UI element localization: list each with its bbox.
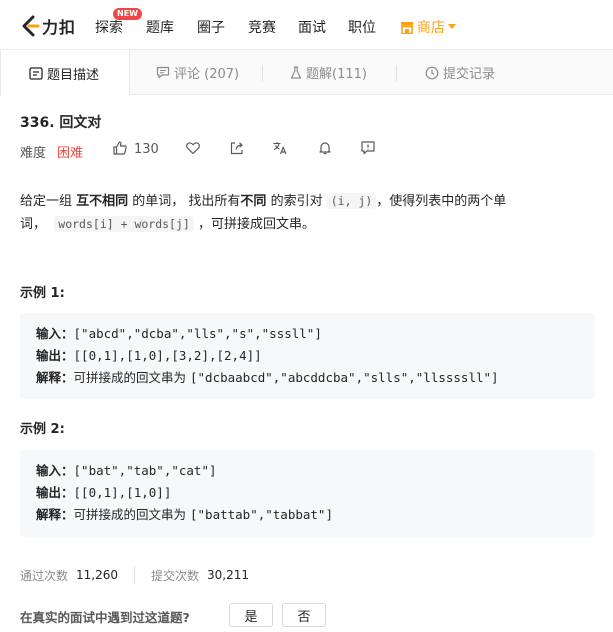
example-box: 输入：["abcd","dcba","lls","s","sssll"] 输出：… (20, 313, 595, 399)
store-icon (401, 21, 413, 34)
nav-contest[interactable]: 竞赛 (248, 17, 276, 37)
tab-divider (396, 65, 397, 81)
shop-label: 商店 (417, 20, 445, 36)
problem-meta: 难度 困难 130 (20, 140, 420, 161)
desc-text: 的单词， 找出所有 (128, 194, 241, 209)
tab-label: 题目描述 (47, 67, 100, 83)
difficulty-value: 困难 (57, 146, 84, 161)
tab-solutions[interactable]: 题解(111) (290, 50, 367, 95)
desc-text: 词， (20, 217, 47, 232)
explain-code: ["battab","tabbat"] (190, 507, 333, 522)
input-label: 输入： (36, 463, 74, 478)
new-badge: NEW (113, 8, 142, 20)
output-label: 输出： (36, 348, 74, 363)
tab-label: 评论 (207) (174, 67, 240, 82)
explain-text: 可拼接成的回文串为 (73, 370, 190, 385)
tab-label: 提交记录 (443, 67, 496, 82)
nav-jobs[interactable]: 职位 (348, 17, 376, 37)
submission-stats: 通过次数 11,260 提交次数 30,211 (20, 566, 249, 584)
input-label: 输入： (36, 326, 74, 341)
share-icon[interactable] (229, 140, 245, 160)
tab-description[interactable]: 题目描述 (0, 50, 130, 96)
desc-text: ，使得列表中的两个单 (376, 194, 507, 209)
desc-bold: 互不相同 (76, 194, 129, 209)
flask-icon (290, 65, 302, 79)
example-input-line: 输入：["bat","tab","cat"] (36, 460, 579, 482)
nav-circle[interactable]: 圈子 (197, 17, 225, 37)
desc-bold: 不同 (240, 194, 267, 209)
submissions-label: 提交次数 (151, 568, 200, 583)
inline-code: words[i] + words[j] (54, 216, 194, 232)
output-value: [[0,1],[1,0]] (73, 485, 172, 500)
example-explain-line: 解释：可拼接成的回文串为 ["battab","tabbat"] (36, 504, 579, 526)
explain-code: ["dcbaabcd","abcddcba","slls","llssssll"… (190, 370, 499, 385)
example-explain-line: 解释：可拼接成的回文串为 ["dcbaabcd","abcddcba","sll… (36, 367, 579, 389)
bell-icon[interactable] (317, 140, 333, 160)
nav-explore[interactable]: 探索 (95, 17, 123, 37)
tab-comments[interactable]: 评论 (207) (156, 50, 239, 95)
thumbs-up-icon[interactable] (112, 140, 128, 160)
difficulty-label: 难度 (20, 146, 47, 161)
comment-icon (156, 66, 170, 79)
example-output-line: 输出：[[0,1],[1,0]] (36, 482, 579, 504)
nav-interview[interactable]: 面试 (298, 17, 326, 37)
likes-count: 130 (134, 142, 159, 157)
tab-label: 题解(111) (306, 67, 367, 82)
problem-description: 给定一组 互不相同 的单词， 找出所有不同 的索引对 (i, j) ，使得列表中的… (20, 190, 590, 236)
output-label: 输出： (36, 485, 74, 500)
tab-submissions[interactable]: 提交记录 (425, 50, 495, 95)
output-value: [[0,1],[1,0],[3,2],[2,4]] (73, 348, 262, 363)
submissions-count: 30,211 (207, 568, 250, 582)
tab-bar: 题目描述 评论 (207) 题解(111) 提交记录 (0, 50, 613, 96)
leetcode-logo-icon (20, 15, 40, 37)
desc-text: 给定一组 (20, 194, 77, 209)
report-icon[interactable] (360, 140, 376, 160)
caret-down-icon (448, 24, 456, 29)
tab-divider (262, 65, 263, 81)
example-box: 输入：["bat","tab","cat"] 输出：[[0,1],[1,0]] … (20, 450, 595, 537)
example-title: 示例 2: (20, 422, 65, 437)
stats-divider (134, 566, 136, 584)
accepted-label: 通过次数 (20, 568, 69, 583)
nav-shop[interactable]: 商店 (400, 17, 456, 37)
top-nav: 力扣 探索 NEW 题库 圈子 竞赛 面试 职位 商店 (0, 0, 613, 50)
translate-icon[interactable] (272, 140, 288, 160)
input-value: ["bat","tab","cat"] (73, 463, 217, 478)
input-value: ["abcd","dcba","lls","s","sssll"] (73, 326, 322, 341)
heart-icon[interactable] (185, 140, 201, 160)
interview-question: 在真实的面试中遇到过这道题? (20, 610, 190, 625)
inline-code: (i, j) (326, 193, 377, 209)
brand-name: 力扣 (42, 18, 77, 37)
document-icon (29, 66, 43, 80)
example-input-line: 输入：["abcd","dcba","lls","s","sssll"] (36, 323, 579, 345)
explain-text: 可拼接成的回文串为 (73, 507, 190, 522)
yes-button[interactable]: 是 (229, 603, 273, 627)
problem-title: 336. 回文对 (20, 115, 102, 131)
example-title: 示例 1: (20, 286, 65, 301)
accepted-count: 11,260 (76, 568, 119, 582)
no-button[interactable]: 否 (282, 603, 326, 627)
explain-label: 解释： (36, 507, 74, 522)
desc-text: ，可拼接成回文串。 (197, 217, 315, 232)
nav-problems[interactable]: 题库 (146, 17, 174, 37)
clock-icon (425, 66, 439, 79)
logo[interactable]: 力扣 (20, 14, 76, 38)
explain-label: 解释： (36, 370, 74, 385)
example-output-line: 输出：[[0,1],[1,0],[3,2],[2,4]] (36, 345, 579, 367)
desc-text: 的索引对 (266, 194, 323, 209)
